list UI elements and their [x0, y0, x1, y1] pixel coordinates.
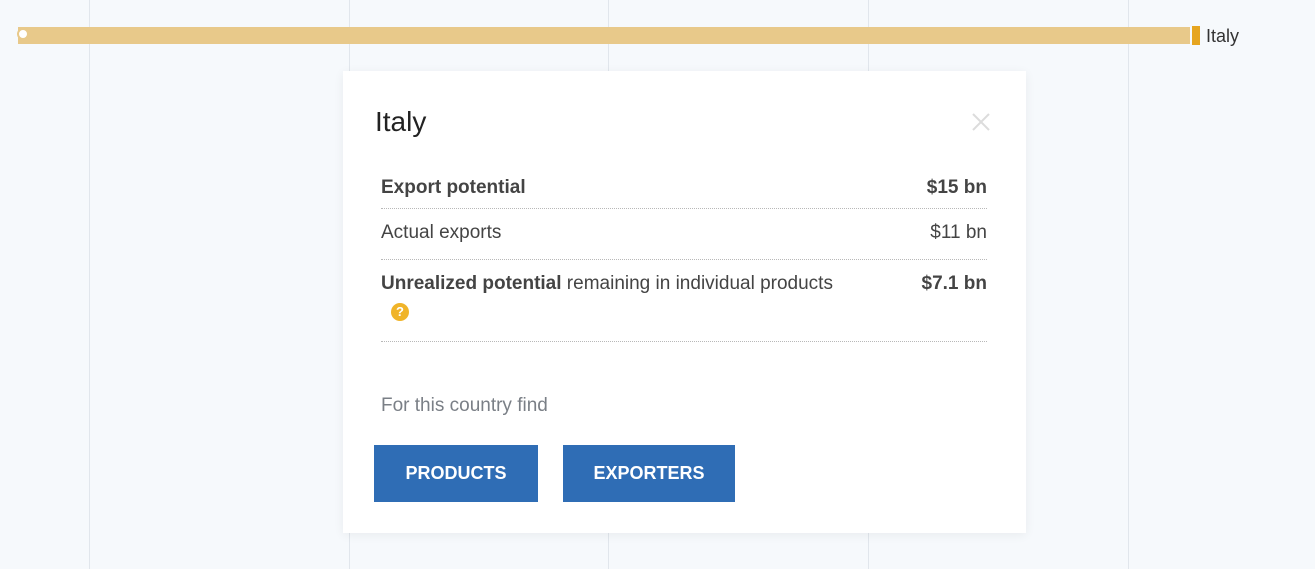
- popup-title: Italy: [375, 106, 427, 137]
- stats-table: Export potential $15 bn Actual exports $…: [381, 170, 987, 342]
- bar-country-label: Italy: [1206, 26, 1240, 46]
- stat-label-rest: remaining in individual products: [561, 273, 833, 294]
- bar-start-handle[interactable]: [17, 28, 29, 40]
- stat-row-unrealized-potential: Unrealized potential remaining in indivi…: [381, 260, 987, 342]
- country-popup: Italy Export potential $15 bn Actual exp…: [343, 71, 1026, 533]
- stat-value: $11 bn: [930, 222, 987, 243]
- stat-value: $7.1 bn: [921, 273, 987, 294]
- stat-row-export-potential: Export potential $15 bn: [381, 170, 987, 209]
- stat-label-bold: Unrealized potential: [381, 273, 562, 294]
- country-bar[interactable]: [18, 27, 1190, 44]
- close-icon[interactable]: [970, 111, 992, 133]
- help-icon[interactable]: ?: [391, 302, 409, 321]
- bar-end-marker: [1192, 26, 1200, 45]
- stat-value: $15 bn: [926, 177, 987, 198]
- stat-label: Unrealized potential remaining in indivi…: [381, 270, 851, 326]
- find-prompt: For this country find: [381, 395, 548, 416]
- products-button[interactable]: PRODUCTS: [374, 445, 538, 502]
- gridline: [89, 0, 90, 569]
- stat-label: Export potential: [381, 177, 526, 198]
- stat-label: Actual exports: [381, 222, 502, 243]
- exporters-button[interactable]: EXPORTERS: [563, 445, 735, 502]
- stat-row-actual-exports: Actual exports $11 bn: [381, 209, 987, 260]
- gridline: [1128, 0, 1129, 569]
- chart-area: Italy Italy Export potential $15 bn Actu…: [0, 0, 1315, 569]
